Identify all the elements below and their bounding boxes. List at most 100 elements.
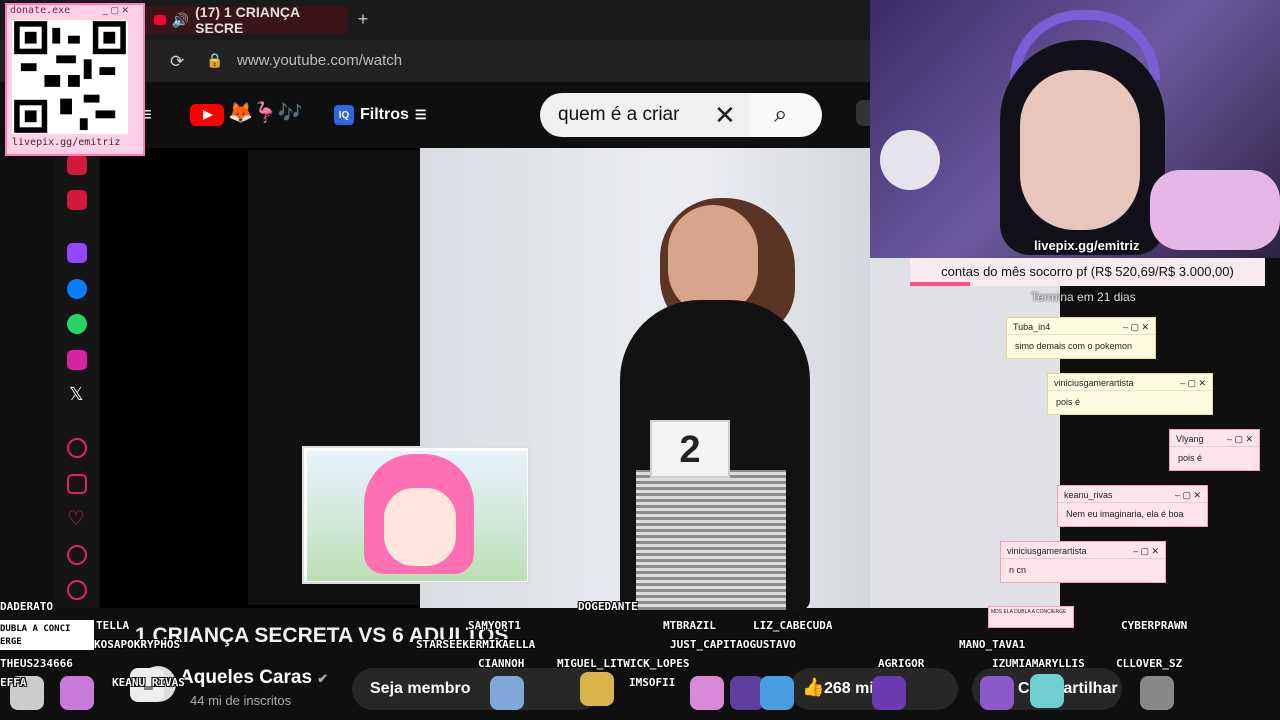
window-controls-icon: – ▢ ✕ [1174,490,1201,500]
pokemon-sprite [730,676,764,710]
extensions-icon[interactable] [67,580,87,600]
window-controls-icon: – ▢ ✕ [1226,434,1253,444]
chat-message: Tuba_in4 – ▢ ✕ simo demais com o pokemon [1006,317,1156,359]
messenger-icon[interactable] [67,279,87,299]
join-button[interactable]: Seja membro [352,668,602,710]
lamp-light [880,130,940,190]
gmail-icon[interactable] [67,190,87,210]
number-badge: 2 [650,420,730,478]
instagram-icon[interactable] [67,350,87,370]
viewer-nick: MTBRAZIL [663,619,716,632]
viewer-nick: DADERATO [0,600,53,613]
apps-grid-icon[interactable] [67,474,87,494]
pokemon-sprite [60,676,94,710]
goal-deadline: Termina em 21 dias [1031,290,1136,304]
window-controls-icon: – ▢ ✕ [1179,378,1206,388]
streamer-face [1020,70,1140,230]
filtros-label: Filtros [360,106,409,123]
search-icon: ⌕ [774,101,788,128]
filtros-button[interactable]: IQ Filtros ☰ [334,100,436,130]
viewer-nick: CIANNOH [478,657,525,670]
chat-text: simo demais com o pokemon [1007,334,1155,357]
viewer-nick: JUST_CAPITAOGUSTAVO [670,638,796,651]
viewer-nick: EFFA [0,676,27,689]
search-button[interactable]: ⌕ [750,93,822,137]
viewer-nick: SAMYORT1 [468,619,521,632]
pokemon-sprite [490,676,524,710]
chat-text: pois é [1048,390,1212,413]
microphone [1150,170,1280,250]
viewer-nick: STARSEEKERMIKAELLA [416,638,536,651]
player-icon[interactable] [67,438,87,458]
nick-chat-text: DUBLA A CONCI [0,624,71,634]
youtube-logo-icon[interactable] [190,104,224,126]
pokemon-sprite [1030,674,1064,708]
anime-reaction-overlay [302,446,530,584]
x-icon[interactable]: 𝕏 [69,384,84,405]
viewer-nick: TELLA [96,619,130,632]
verified-icon: ✔ [317,671,329,686]
chat-user: keanu_rivas [1064,490,1113,500]
window-controls-icon: _ ▢ ✕ [103,5,130,15]
goal-progress-bar [910,282,970,286]
chat-text: Nem eu imaginaria, ela é boa [1058,502,1207,525]
person-head [668,205,758,315]
webcam-label: livepix.gg/emitriz [1034,238,1140,253]
reload-icon[interactable]: ⟳ [170,52,184,72]
sliders-icon: ☰ [414,107,427,122]
chat-message: viniciusgamerartista – ▢ ✕ pois é [1047,373,1213,415]
viewer-nick: IZUMIAMARYLLIS [992,657,1085,670]
window-controls-icon: – ▢ ✕ [1122,322,1149,332]
url-text[interactable]: www.youtube.com/watch [237,52,402,69]
clear-search-icon[interactable]: ✕ [714,100,736,131]
viewer-nick: IMSOFII [629,676,676,689]
person-pants [636,470,786,610]
pokemon-sprite [872,676,906,710]
channel-name-text: Aqueles Caras [180,667,313,688]
chat-user: Vlyang [1176,434,1204,444]
tab-title: (17) 1 CRIANÇA SECRE [195,4,300,36]
viewer-nick: DOGEDANTE [578,600,638,613]
whatsapp-icon[interactable] [67,314,87,334]
extension-icons[interactable]: 🦊🦩🎶 [228,100,303,125]
viewer-nick: AGRIGOR [878,657,925,670]
pokemon-sprite [980,676,1014,710]
viewer-nick: KEANU_RIVAS [112,676,185,689]
like-count: 268 mil [824,680,879,697]
thumbs-up-icon: 👍 [802,677,825,697]
mini-chat-window: MDS ELA DUBLA A CONCIERGE [988,606,1074,628]
youtube-favicon-icon [154,15,166,25]
viewer-nick: MANO_TAVA1 [959,638,1026,651]
mic-icon[interactable] [856,100,870,126]
pokemon-sprite [1140,676,1174,710]
viewer-nick: MIGUEL_LITWICK_LOPES [557,657,690,670]
speaker-icon: 🔊 [171,11,190,28]
donate-window-title: donate.exe [10,5,71,16]
window-controls-icon: – ▢ ✕ [1132,546,1159,556]
chat-user: Tuba_in4 [1013,322,1051,332]
browser-sidebar [55,148,99,608]
chat-user: viniciusgamerartista [1054,378,1134,388]
subscriber-count: 44 mi de inscritos [190,693,292,708]
clock-icon[interactable] [67,545,87,565]
chat-message: Vlyang – ▢ ✕ pois é [1169,429,1260,471]
twitch-icon[interactable] [67,243,87,263]
viewer-nick: THEUS234666 [0,657,73,670]
browser-tab[interactable]: 🔊 (17) 1 CRIANÇA SECRE [144,4,348,36]
pokemon-sprite [580,672,614,706]
chat-message: viniciusgamerartista – ▢ ✕ n cn [1000,541,1166,583]
channel-name[interactable]: Aqueles Caras ✔ [180,667,328,689]
qr-url: livepix.gg/emitriz [12,137,121,148]
viewer-nick: LIZ_CABECUDA [753,619,833,632]
chat-text: pois é [1170,446,1259,469]
lock-icon: 🔒 [206,52,224,68]
viewer-nick: CYBERPRAWN [1121,619,1188,632]
new-tab-button[interactable]: + [352,8,374,30]
chat-message: keanu_rivas – ▢ ✕ Nem eu imaginaria, ela … [1057,485,1208,527]
nick-chat-text: ERGE [0,637,22,647]
chat-text: n cn [1001,558,1165,581]
heart-icon[interactable]: ♡ [67,506,85,531]
qr-code-image [12,20,128,134]
iq-icon: IQ [334,105,354,125]
sidebar-app-icon[interactable] [67,155,87,175]
